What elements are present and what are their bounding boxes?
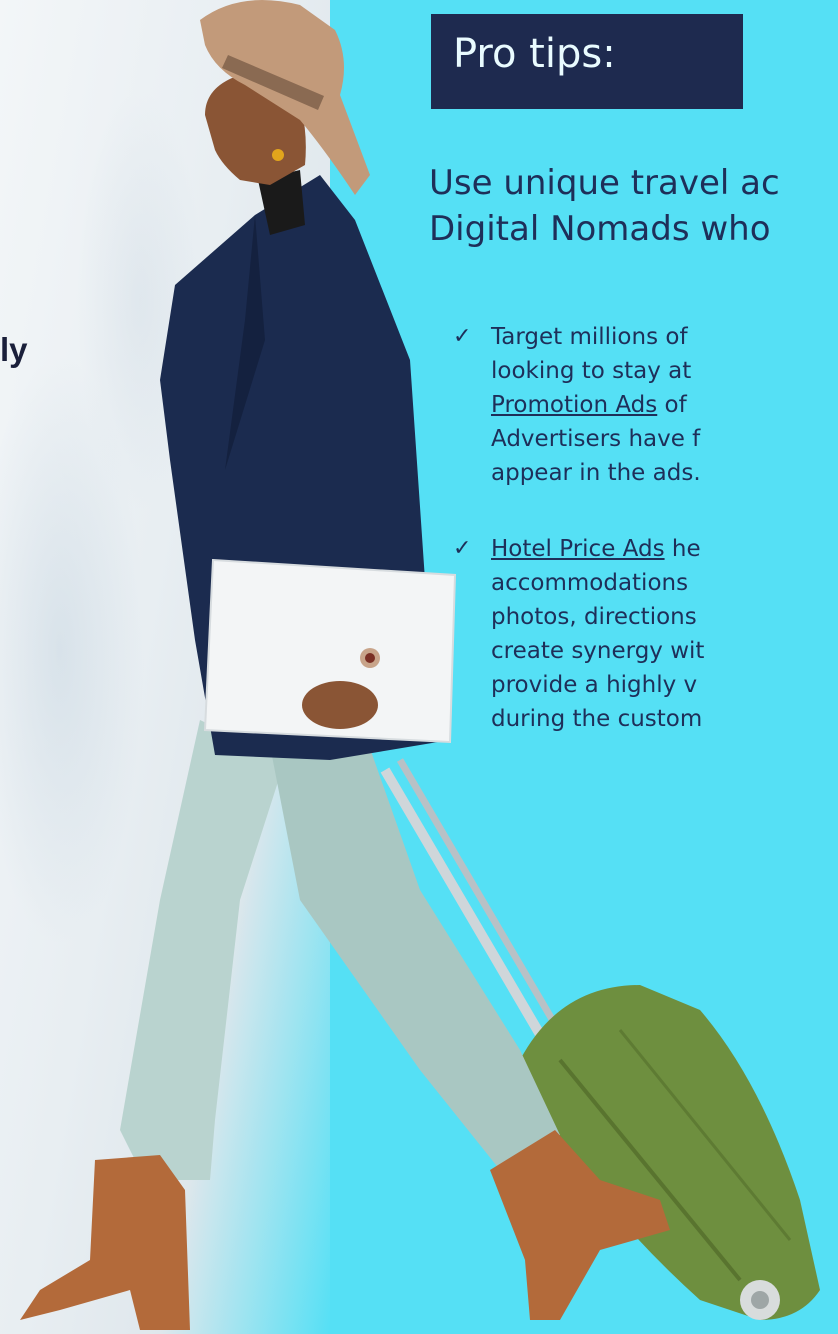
tip-text: photos, directions	[491, 604, 697, 630]
tip-line: Advertisers have f	[491, 422, 838, 456]
tip-line: during the custom	[491, 702, 838, 736]
checkmark-icon: ✓	[453, 324, 472, 349]
pro-tips-title: Pro tips:	[453, 31, 616, 77]
intro-text: Use unique travel ac Digital Nomads who	[429, 160, 780, 252]
tip-line: Hotel Price Ads he	[491, 532, 838, 566]
hotel-price-ads-link[interactable]: Hotel Price Ads	[491, 536, 665, 562]
tip-line: photos, directions	[491, 600, 838, 634]
tip-line: provide a highly v	[491, 668, 838, 702]
tips-list: ✓ Target millions of looking to stay at …	[453, 320, 838, 778]
tip-text: Target millions of	[491, 324, 688, 350]
tip-text: create synergy wit	[491, 638, 705, 664]
left-text-fragment: ly	[0, 331, 28, 368]
tip-text: provide a highly v	[491, 672, 698, 698]
pro-tips-title-box: Pro tips:	[431, 14, 743, 109]
tip-item: ✓ Hotel Price Ads he accommodations phot…	[453, 532, 838, 736]
tip-text: during the custom	[491, 706, 703, 732]
tip-line: create synergy wit	[491, 634, 838, 668]
tip-text: appear in the ads.	[491, 460, 701, 486]
tip-text: he	[664, 536, 701, 562]
left-background-panel	[0, 0, 330, 1334]
intro-line: Use unique travel ac	[429, 163, 780, 203]
tip-line: Promotion Ads of	[491, 388, 838, 422]
checkmark-icon: ✓	[453, 536, 472, 561]
tip-text: Advertisers have f	[491, 426, 701, 452]
tip-line: looking to stay at	[491, 354, 838, 388]
tip-text: accommodations	[491, 570, 689, 596]
tip-text: of	[657, 392, 687, 418]
promotion-ads-link[interactable]: Promotion Ads	[491, 392, 657, 418]
tip-line: appear in the ads.	[491, 456, 838, 490]
intro-line: Digital Nomads who	[429, 209, 771, 249]
tip-item: ✓ Target millions of looking to stay at …	[453, 320, 838, 490]
tip-line: Target millions of	[491, 320, 838, 354]
tip-line: accommodations	[491, 566, 838, 600]
tip-text: looking to stay at	[491, 358, 692, 384]
